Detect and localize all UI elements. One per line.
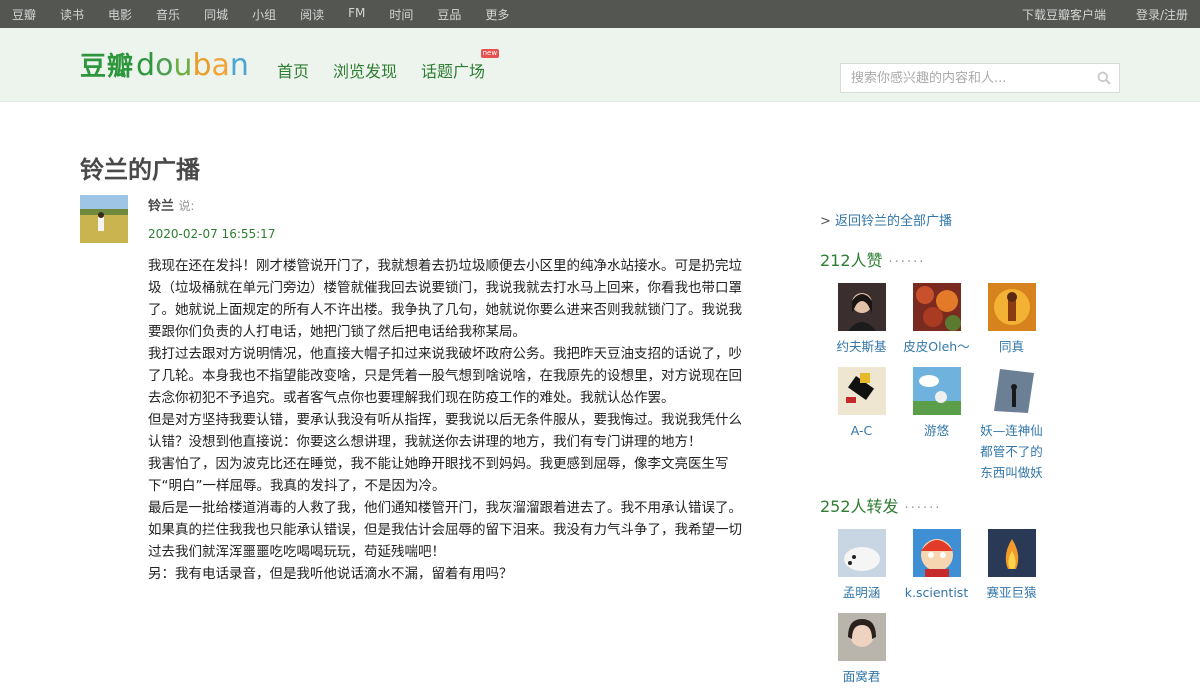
global-nav-local[interactable]: 同城	[204, 6, 228, 23]
new-badge: new	[480, 49, 500, 58]
sky-cartoon-avatar-icon	[912, 367, 961, 415]
global-top-bar: 豆瓣 读书 电影 音乐 同城 小组 阅读 FM 时间 豆品 更多 下载豆瓣客户端…	[0, 0, 1200, 28]
nav-home[interactable]: 首页	[277, 58, 309, 82]
author-avatar[interactable]	[80, 195, 128, 243]
logo-zh: 豆瓣	[80, 52, 135, 82]
site-header: 豆瓣 douban 首页 浏览发现 话题广场 new	[0, 28, 1200, 102]
download-app-link[interactable]: 下载豆瓣客户端	[1022, 6, 1106, 23]
like-user[interactable]: 妖—连神仙都管不了的东西叫做妖	[974, 367, 1049, 483]
sidebar: > 返回铃兰的全部广播 212人赞 ······ 约夫斯基 皮皮Oleh～ 同真 …	[820, 210, 1120, 697]
status-paragraph: 但是对方坚持我要认错，要承认我没有听从指挥，要我说以后无条件服从，要我悔过。我说…	[148, 412, 742, 450]
global-nav-more[interactable]: 更多	[485, 6, 509, 23]
global-nav-fm[interactable]: FM	[348, 6, 365, 23]
silhouette-sky-avatar-icon	[987, 367, 1036, 415]
page-title: 铃兰的广播	[80, 156, 200, 184]
global-nav-books[interactable]: 读书	[60, 6, 84, 23]
polar-bear-avatar-icon	[837, 529, 886, 577]
search-icon[interactable]	[1089, 71, 1119, 85]
global-nav-read[interactable]: 阅读	[300, 6, 324, 23]
global-nav-groups[interactable]: 小组	[252, 6, 276, 23]
status-body: 我现在还在发抖！刚才楼管说开门了，我就想着去扔垃圾顺便去小区里的纯净水站接水。可…	[148, 255, 753, 585]
reshare-user[interactable]: 面窝君	[824, 613, 899, 687]
author-name[interactable]: 铃兰	[148, 199, 174, 214]
global-nav-time[interactable]: 时间	[389, 6, 413, 23]
reshares-grid: 孟明涵 k.scientist 赛亚巨猿 面窝君	[824, 529, 1120, 697]
status-paragraph: 我现在还在发抖！刚才楼管说开门了，我就想着去扔垃圾顺便去小区里的纯净水站接水。可…	[148, 258, 742, 340]
global-nav-market[interactable]: 豆品	[437, 6, 461, 23]
likes-heading: 212人赞 ······	[820, 251, 926, 270]
chevron-right-icon: >	[820, 214, 831, 229]
status-post: 铃兰 说: 2020-02-07 16:55:17 我现在还在发抖！刚才楼管说开…	[80, 195, 760, 585]
douban-logo[interactable]: 豆瓣 douban	[80, 46, 249, 83]
status-paragraph: 我打过去跟对方说明情况，他直接大帽子扣过来说我破坏政府公务。我把昨天豆油支招的话…	[148, 346, 742, 406]
like-user[interactable]: 游悠	[899, 367, 974, 483]
geometric-art-avatar-icon	[837, 367, 886, 415]
reshare-user[interactable]: k.scientist	[899, 529, 974, 603]
nav-explore[interactable]: 浏览发现	[333, 58, 397, 82]
campfire-avatar-icon	[987, 529, 1036, 577]
global-nav: 豆瓣 读书 电影 音乐 同城 小组 阅读 FM 时间 豆品 更多	[12, 6, 533, 23]
top-bar-right: 下载豆瓣客户端 登录/注册	[992, 6, 1188, 23]
search-box	[840, 63, 1120, 93]
woman-portrait-avatar-icon	[837, 283, 886, 331]
field-photo-icon	[80, 195, 128, 243]
global-nav-douban[interactable]: 豆瓣	[12, 6, 36, 23]
reshare-user[interactable]: 赛亚巨猿	[974, 529, 1049, 603]
nav-topics[interactable]: 话题广场 new	[421, 49, 500, 82]
said-label: 说:	[178, 199, 195, 213]
login-register-link[interactable]: 登录/注册	[1136, 6, 1188, 23]
golden-statue-avatar-icon	[987, 283, 1036, 331]
search-input[interactable]	[841, 70, 1089, 86]
status-paragraph: 另：我有电话录音，但是我听他说话滴水不漏，留着有用吗？	[148, 566, 513, 582]
status-paragraph: 我害怕了，因为波克比还在睡觉，我不能让她睁开眼找不到妈妈。我更感到屈辱，像李文亮…	[148, 456, 729, 494]
global-nav-music[interactable]: 音乐	[156, 6, 180, 23]
reshares-heading: 252人转发 ······	[820, 497, 942, 516]
logo-en: douban	[136, 48, 249, 83]
status-meta: 铃兰 说: 2020-02-07 16:55:17 我现在还在发抖！刚才楼管说开…	[148, 195, 760, 585]
like-user[interactable]: A-C	[824, 367, 899, 483]
likes-grid: 约夫斯基 皮皮Oleh～ 同真 A-C 游悠 妖—连神仙都管不了的东西叫做妖	[824, 283, 1120, 493]
autumn-leaves-avatar-icon	[912, 283, 961, 331]
main-nav: 首页 浏览发现 话题广场 new	[277, 49, 509, 82]
girl-photo-avatar-icon	[837, 613, 886, 661]
like-user[interactable]: 同真	[974, 283, 1049, 357]
reshare-user[interactable]: 孟明涵	[824, 529, 899, 603]
global-nav-movies[interactable]: 电影	[108, 6, 132, 23]
back-to-all-link[interactable]: > 返回铃兰的全部广播	[820, 210, 1120, 229]
status-paragraph: 最后是一批给楼道消毒的人救了我，他们通知楼管开门，我灰溜溜跟着进去了。我不用承认…	[148, 500, 742, 560]
post-timestamp[interactable]: 2020-02-07 16:55:17	[148, 227, 760, 241]
like-user[interactable]: 皮皮Oleh～	[899, 283, 974, 357]
like-user[interactable]: 约夫斯基	[824, 283, 899, 357]
author-line: 铃兰 说:	[148, 195, 760, 214]
cartoon-boy-avatar-icon	[912, 529, 961, 577]
